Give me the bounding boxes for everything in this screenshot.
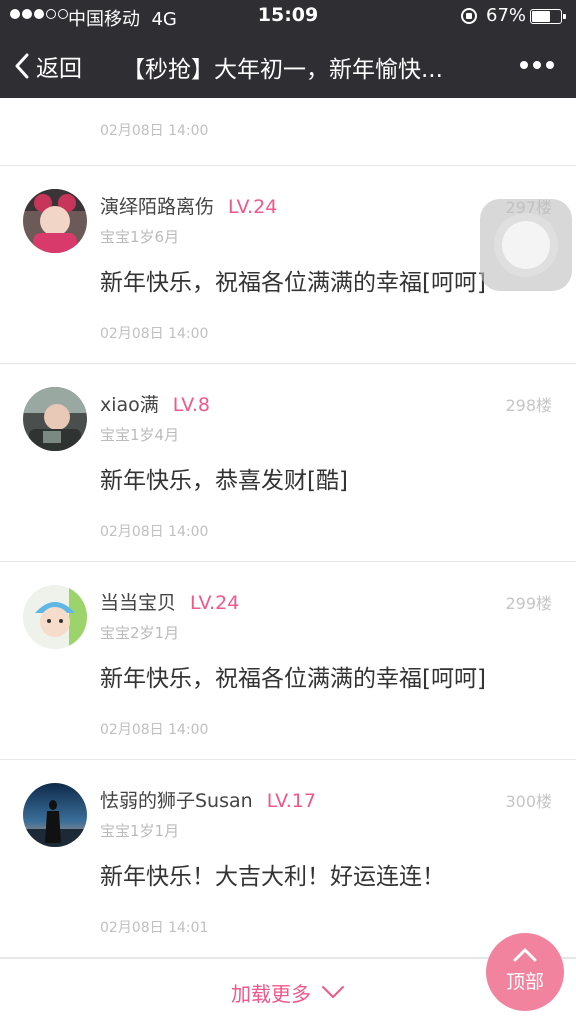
reply-item[interactable]: 怯弱的狮子Susan LV.17 300楼 宝宝1岁1月 新年快乐！大吉大利！好… (0, 760, 576, 958)
avatar-image (23, 783, 87, 847)
baby-age: 宝宝1岁6月 (100, 228, 180, 246)
reply-author[interactable]: 演绎陌路离伤 LV.24 (100, 192, 277, 219)
reply-item-partial: 02月08日 14:00 (0, 98, 576, 166)
status-bar: 中国移动 4G 15:09 67% (0, 0, 576, 34)
reply-item[interactable]: 当当宝贝 LV.24 299楼 宝宝2岁1月 新年快乐，祝福各位满满的幸福[呵呵… (0, 562, 576, 760)
load-more-label: 加载更多 (231, 981, 311, 1006)
user-level-badge: LV.24 (228, 196, 278, 218)
back-to-top-label: 顶部 (505, 971, 544, 993)
battery-fill (532, 11, 550, 22)
rotation-lock-icon (461, 8, 477, 24)
assistive-touch-button[interactable] (480, 199, 572, 291)
user-level-badge: LV.8 (172, 394, 210, 416)
avatar-image (23, 189, 87, 253)
reply-content: 新年快乐，恭喜发财[酷] (100, 468, 348, 494)
page-title: 【秒抢】大年初一，新年愉快... (122, 57, 443, 83)
baby-age: 宝宝1岁4月 (100, 426, 180, 444)
more-dot (520, 61, 528, 69)
reply-timestamp: 02月08日 14:00 (100, 123, 209, 139)
back-button[interactable]: 返回 (14, 50, 82, 82)
reply-timestamp: 02月08日 14:00 (100, 524, 209, 540)
reply-content: 新年快乐！大吉大利！好运连连！ (100, 864, 445, 890)
reply-content: 新年快乐，祝福各位满满的幸福[呵呵] (100, 666, 486, 692)
baby-age: 宝宝2岁1月 (100, 624, 180, 642)
avatar-image (23, 585, 87, 649)
more-dot (533, 61, 541, 69)
avatar[interactable] (23, 783, 87, 847)
back-to-top-button[interactable]: 顶部 (486, 933, 564, 1011)
assistive-touch-center (502, 221, 550, 269)
username[interactable]: 演绎陌路离伤 (100, 192, 214, 219)
floor-number: 300楼 (505, 792, 552, 811)
avatar[interactable] (23, 387, 87, 451)
reply-content: 新年快乐，祝福各位满满的幸福[呵呵] (100, 270, 486, 296)
chevron-left-icon (15, 53, 29, 79)
user-level-badge: LV.17 (266, 790, 316, 812)
reply-author[interactable]: 怯弱的狮子Susan LV.17 (100, 786, 316, 813)
back-label: 返回 (36, 56, 82, 82)
user-level-badge: LV.24 (190, 592, 240, 614)
avatar[interactable] (23, 585, 87, 649)
chevron-up-icon (513, 948, 537, 962)
baby-age: 宝宝1岁1月 (100, 822, 180, 840)
more-options-icon[interactable] (520, 61, 554, 69)
username[interactable]: xiao满 (100, 390, 159, 417)
battery-percent: 67% (486, 5, 527, 26)
more-dot (546, 61, 554, 69)
battery-icon (530, 9, 566, 24)
top-bar: 中国移动 4G 15:09 67% 返回 【秒抢】大年初一，新年愉快... (0, 0, 576, 98)
avatar-image (23, 387, 87, 451)
floor-number: 298楼 (505, 396, 552, 415)
reply-author[interactable]: 当当宝贝 LV.24 (100, 588, 239, 615)
username[interactable]: 怯弱的狮子Susan (100, 786, 253, 813)
floor-number: 299楼 (505, 594, 552, 613)
chevron-down-icon (322, 986, 344, 998)
reply-timestamp: 02月08日 14:01 (100, 920, 209, 936)
nav-bar: 返回 【秒抢】大年初一，新年愉快... (0, 34, 576, 98)
reply-author[interactable]: xiao满 LV.8 (100, 390, 210, 417)
reply-timestamp: 02月08日 14:00 (100, 326, 209, 342)
reply-timestamp: 02月08日 14:00 (100, 722, 209, 738)
avatar[interactable] (23, 189, 87, 253)
username[interactable]: 当当宝贝 (100, 588, 176, 615)
reply-item[interactable]: xiao满 LV.8 298楼 宝宝1岁4月 新年快乐，恭喜发财[酷] 02月0… (0, 364, 576, 562)
